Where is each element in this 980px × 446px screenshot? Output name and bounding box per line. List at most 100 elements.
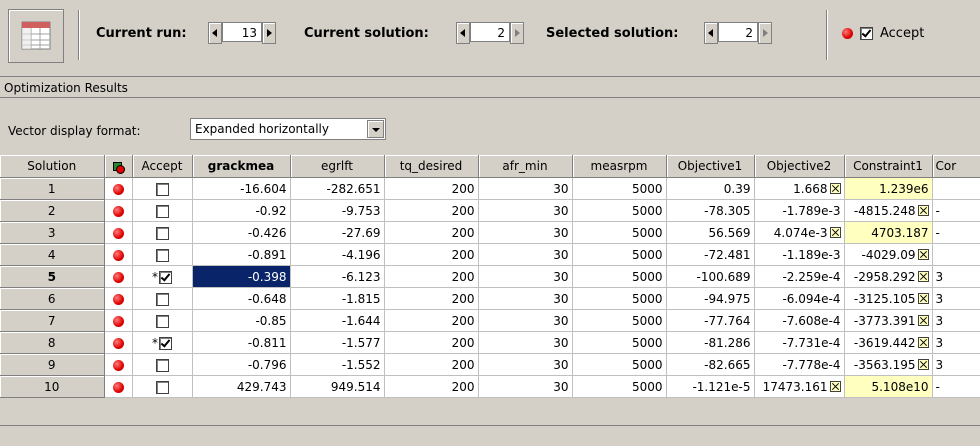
current-run-decrement-button[interactable] — [208, 22, 222, 44]
cell-egrlft[interactable]: -1.644 — [290, 309, 385, 332]
cell-constraint1[interactable]: -4029.09 — [844, 243, 933, 266]
cell-objective1[interactable]: -100.689 — [666, 265, 755, 288]
cell-egrlft[interactable]: -282.651 — [290, 177, 385, 200]
cell-constraint2[interactable]: 3 — [932, 265, 980, 288]
table-row[interactable]: 9 -0.796 -1.552 200 30 5000 -82.665 -7.778e-4 -3… — [0, 353, 980, 376]
table-row[interactable]: 7 -0.85 -1.644 200 30 5000 -77.764 -7.608e-4 -37… — [0, 309, 980, 332]
cell-constraint2[interactable]: - — [932, 199, 980, 222]
cell-constraint2[interactable]: 3 — [932, 353, 980, 376]
cell-objective1[interactable]: -81.286 — [666, 331, 755, 354]
cell-afr-min[interactable]: 30 — [478, 199, 573, 222]
table-row[interactable]: 5 * -0.398 -6.123 200 30 5000 -100.689 -2.259e-4… — [0, 265, 980, 288]
table-row[interactable]: 6 -0.648 -1.815 200 30 5000 -94.975 -6.094e-4 -3… — [0, 287, 980, 310]
accept-checkbox[interactable] — [159, 336, 172, 350]
cell-constraint1[interactable]: 4703.187 — [844, 221, 933, 244]
accept-cell[interactable] — [132, 353, 193, 376]
row-header-solution[interactable]: 2 — [0, 199, 105, 222]
cell-tq-desired[interactable]: 200 — [384, 375, 479, 398]
row-header-solution[interactable]: 1 — [0, 177, 105, 200]
cell-tq-desired[interactable]: 200 — [384, 287, 479, 310]
cell-constraint2[interactable]: - — [932, 375, 980, 398]
cell-objective2[interactable]: -7.608e-4 — [754, 309, 845, 332]
cell-objective2[interactable]: -1.189e-3 — [754, 243, 845, 266]
current-solution-spinner[interactable]: 2 — [456, 22, 526, 44]
accept-checkbox[interactable] — [156, 204, 169, 218]
col-header-accept[interactable]: Accept — [132, 155, 193, 178]
cell-grackmea[interactable]: 429.743 — [192, 375, 291, 398]
cell-tq-desired[interactable]: 200 — [384, 221, 479, 244]
col-header-constraint2[interactable]: Cor — [932, 155, 980, 178]
cell-measrpm[interactable]: 5000 — [572, 265, 667, 288]
cell-egrlft[interactable]: -1.577 — [290, 331, 385, 354]
cell-afr-min[interactable]: 30 — [478, 243, 573, 266]
cell-objective2[interactable]: -2.259e-4 — [754, 265, 845, 288]
cell-afr-min[interactable]: 30 — [478, 265, 573, 288]
cell-objective1[interactable]: -72.481 — [666, 243, 755, 266]
cell-objective2[interactable]: -6.094e-4 — [754, 287, 845, 310]
cell-constraint1[interactable]: -3773.391 — [844, 309, 933, 332]
selected-solution-increment-button[interactable] — [758, 22, 772, 44]
current-solution-value[interactable]: 2 — [470, 22, 510, 42]
cell-measrpm[interactable]: 5000 — [572, 331, 667, 354]
cell-afr-min[interactable]: 30 — [478, 177, 573, 200]
accept-cell[interactable] — [132, 221, 193, 244]
current-run-value[interactable]: 13 — [222, 22, 262, 42]
row-header-solution[interactable]: 9 — [0, 353, 105, 376]
row-header-solution[interactable]: 5 — [0, 265, 105, 288]
cell-egrlft[interactable]: -6.123 — [290, 265, 385, 288]
cell-tq-desired[interactable]: 200 — [384, 331, 479, 354]
current-run-increment-button[interactable] — [262, 22, 276, 44]
accept-checkbox[interactable] — [156, 358, 169, 372]
cell-objective2[interactable]: 1.668 — [754, 177, 845, 200]
cell-afr-min[interactable]: 30 — [478, 221, 573, 244]
col-header-objective2[interactable]: Objective2 — [754, 155, 845, 178]
cell-grackmea[interactable]: -0.891 — [192, 243, 291, 266]
cell-measrpm[interactable]: 5000 — [572, 199, 667, 222]
accept-cell[interactable] — [132, 243, 193, 266]
cell-tq-desired[interactable]: 200 — [384, 199, 479, 222]
cell-egrlft[interactable]: -27.69 — [290, 221, 385, 244]
table-grid-icon[interactable] — [8, 9, 64, 63]
accept-cell[interactable] — [132, 309, 193, 332]
col-header-objective1[interactable]: Objective1 — [666, 155, 755, 178]
selected-solution-value[interactable]: 2 — [718, 22, 758, 42]
cell-grackmea[interactable]: -0.398 — [192, 265, 291, 288]
accept-checkbox[interactable] — [156, 292, 169, 306]
table-row[interactable]: 10 429.743 949.514 200 30 5000 -1.121e-5 17473.… — [0, 375, 980, 398]
row-header-solution[interactable]: 7 — [0, 309, 105, 332]
cell-grackmea[interactable]: -0.648 — [192, 287, 291, 310]
cell-measrpm[interactable]: 5000 — [572, 221, 667, 244]
cell-objective2[interactable]: -1.789e-3 — [754, 199, 845, 222]
cell-grackmea[interactable]: -0.92 — [192, 199, 291, 222]
cell-grackmea[interactable]: -16.604 — [192, 177, 291, 200]
cell-objective2[interactable]: -7.778e-4 — [754, 353, 845, 376]
cell-egrlft[interactable]: -1.552 — [290, 353, 385, 376]
accept-cell[interactable] — [132, 177, 193, 200]
cell-objective2[interactable]: 4.074e-3 — [754, 221, 845, 244]
cell-measrpm[interactable]: 5000 — [572, 353, 667, 376]
cell-afr-min[interactable]: 30 — [478, 375, 573, 398]
table-row[interactable]: 4 -0.891 -4.196 200 30 5000 -72.481 -1.189e-3 -4… — [0, 243, 980, 266]
row-header-solution[interactable]: 6 — [0, 287, 105, 310]
cell-tq-desired[interactable]: 200 — [384, 177, 479, 200]
row-header-solution[interactable]: 4 — [0, 243, 105, 266]
cell-measrpm[interactable]: 5000 — [572, 309, 667, 332]
cell-egrlft[interactable]: -4.196 — [290, 243, 385, 266]
current-solution-increment-button[interactable] — [510, 22, 524, 44]
col-header-solution[interactable]: Solution — [0, 155, 105, 178]
cell-constraint2[interactable]: 3 — [932, 309, 980, 332]
accept-checkbox[interactable] — [156, 182, 169, 196]
cell-objective1[interactable]: -1.121e-5 — [666, 375, 755, 398]
cell-constraint2[interactable]: 3 — [932, 287, 980, 310]
cell-constraint1[interactable]: -2958.292 — [844, 265, 933, 288]
row-header-solution[interactable]: 10 — [0, 375, 105, 398]
current-solution-decrement-button[interactable] — [456, 22, 470, 44]
cell-egrlft[interactable]: -9.753 — [290, 199, 385, 222]
dropdown-button[interactable] — [367, 120, 384, 138]
cell-afr-min[interactable]: 30 — [478, 353, 573, 376]
accept-checkbox[interactable] — [860, 27, 873, 40]
cell-constraint1[interactable]: 5.108e10 — [844, 375, 933, 398]
cell-constraint1[interactable]: -4815.248 — [844, 199, 933, 222]
table-row[interactable]: 1 -16.604 -282.651 200 30 5000 0.39 1.668 1.239e… — [0, 177, 980, 200]
cell-afr-min[interactable]: 30 — [478, 287, 573, 310]
